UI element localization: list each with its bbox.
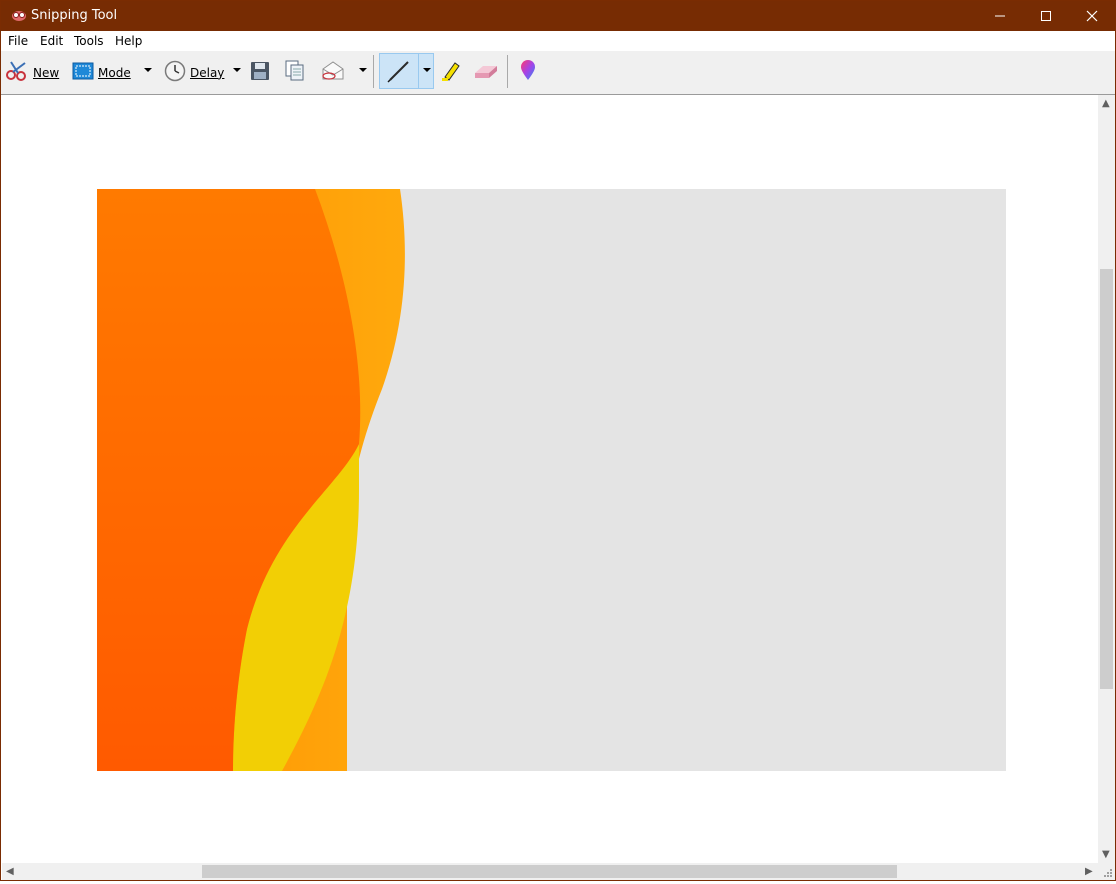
pen-split-divider xyxy=(418,53,419,89)
scroll-right-arrow-icon[interactable]: ▶ xyxy=(1085,867,1093,877)
highlighter-icon xyxy=(439,59,463,86)
send-snip-button[interactable] xyxy=(320,51,346,94)
mode-label: Mode xyxy=(98,65,131,80)
vertical-scrollbar-thumb[interactable] xyxy=(1100,269,1113,689)
menu-help[interactable]: Help xyxy=(115,34,142,48)
title-bar: Snipping Tool xyxy=(1,1,1115,31)
menu-tools[interactable]: Tools xyxy=(74,34,104,48)
mode-button[interactable]: Mode xyxy=(72,51,131,94)
copy-button[interactable] xyxy=(285,51,305,94)
minimize-button[interactable] xyxy=(977,1,1023,31)
send-dropdown-arrow[interactable] xyxy=(359,68,367,72)
scroll-down-arrow-icon[interactable]: ▼ xyxy=(1102,850,1110,860)
menu-file[interactable]: File xyxy=(8,34,28,48)
captured-snip-image xyxy=(97,189,1006,771)
eraser-icon xyxy=(473,61,499,84)
toolbar-separator xyxy=(507,55,508,88)
eraser-button[interactable] xyxy=(473,51,499,94)
pen-dropdown-arrow[interactable] xyxy=(423,68,431,72)
rectangular-snip-icon xyxy=(72,62,94,83)
scissors-icon xyxy=(5,60,29,85)
mode-dropdown-arrow[interactable] xyxy=(144,68,152,72)
save-button[interactable] xyxy=(250,51,270,94)
envelope-icon xyxy=(320,60,346,85)
snipping-tool-app-icon xyxy=(10,8,28,24)
menu-bar: File Edit Tools Help xyxy=(1,31,1115,51)
window-title: Snipping Tool xyxy=(31,8,118,23)
scroll-up-arrow-icon[interactable]: ▲ xyxy=(1102,99,1110,109)
delay-dropdown-arrow[interactable] xyxy=(233,68,241,72)
highlighter-button[interactable] xyxy=(439,51,463,94)
delay-button[interactable]: Delay xyxy=(164,51,224,94)
menu-edit[interactable]: Edit xyxy=(40,34,63,48)
maximize-button[interactable] xyxy=(1023,1,1069,31)
scroll-left-arrow-icon[interactable]: ◀ xyxy=(6,867,14,877)
new-label: New xyxy=(33,65,60,80)
close-button[interactable] xyxy=(1069,1,1115,31)
horizontal-scrollbar-thumb[interactable] xyxy=(202,865,897,878)
resize-grip[interactable] xyxy=(1098,863,1115,880)
save-icon xyxy=(250,61,270,84)
delay-label: Delay xyxy=(190,65,225,80)
edit-with-paint-3d-button[interactable] xyxy=(518,51,538,94)
pen-tool[interactable] xyxy=(386,51,412,94)
snipping-tool-window: Snipping Tool File Edit Tools Help New M… xyxy=(0,0,1116,881)
paint-3d-icon xyxy=(518,60,538,85)
copy-icon xyxy=(285,60,305,85)
clock-icon xyxy=(164,60,186,85)
toolbar-separator xyxy=(373,55,374,88)
pen-icon xyxy=(386,58,412,87)
new-button[interactable]: New xyxy=(5,51,59,94)
